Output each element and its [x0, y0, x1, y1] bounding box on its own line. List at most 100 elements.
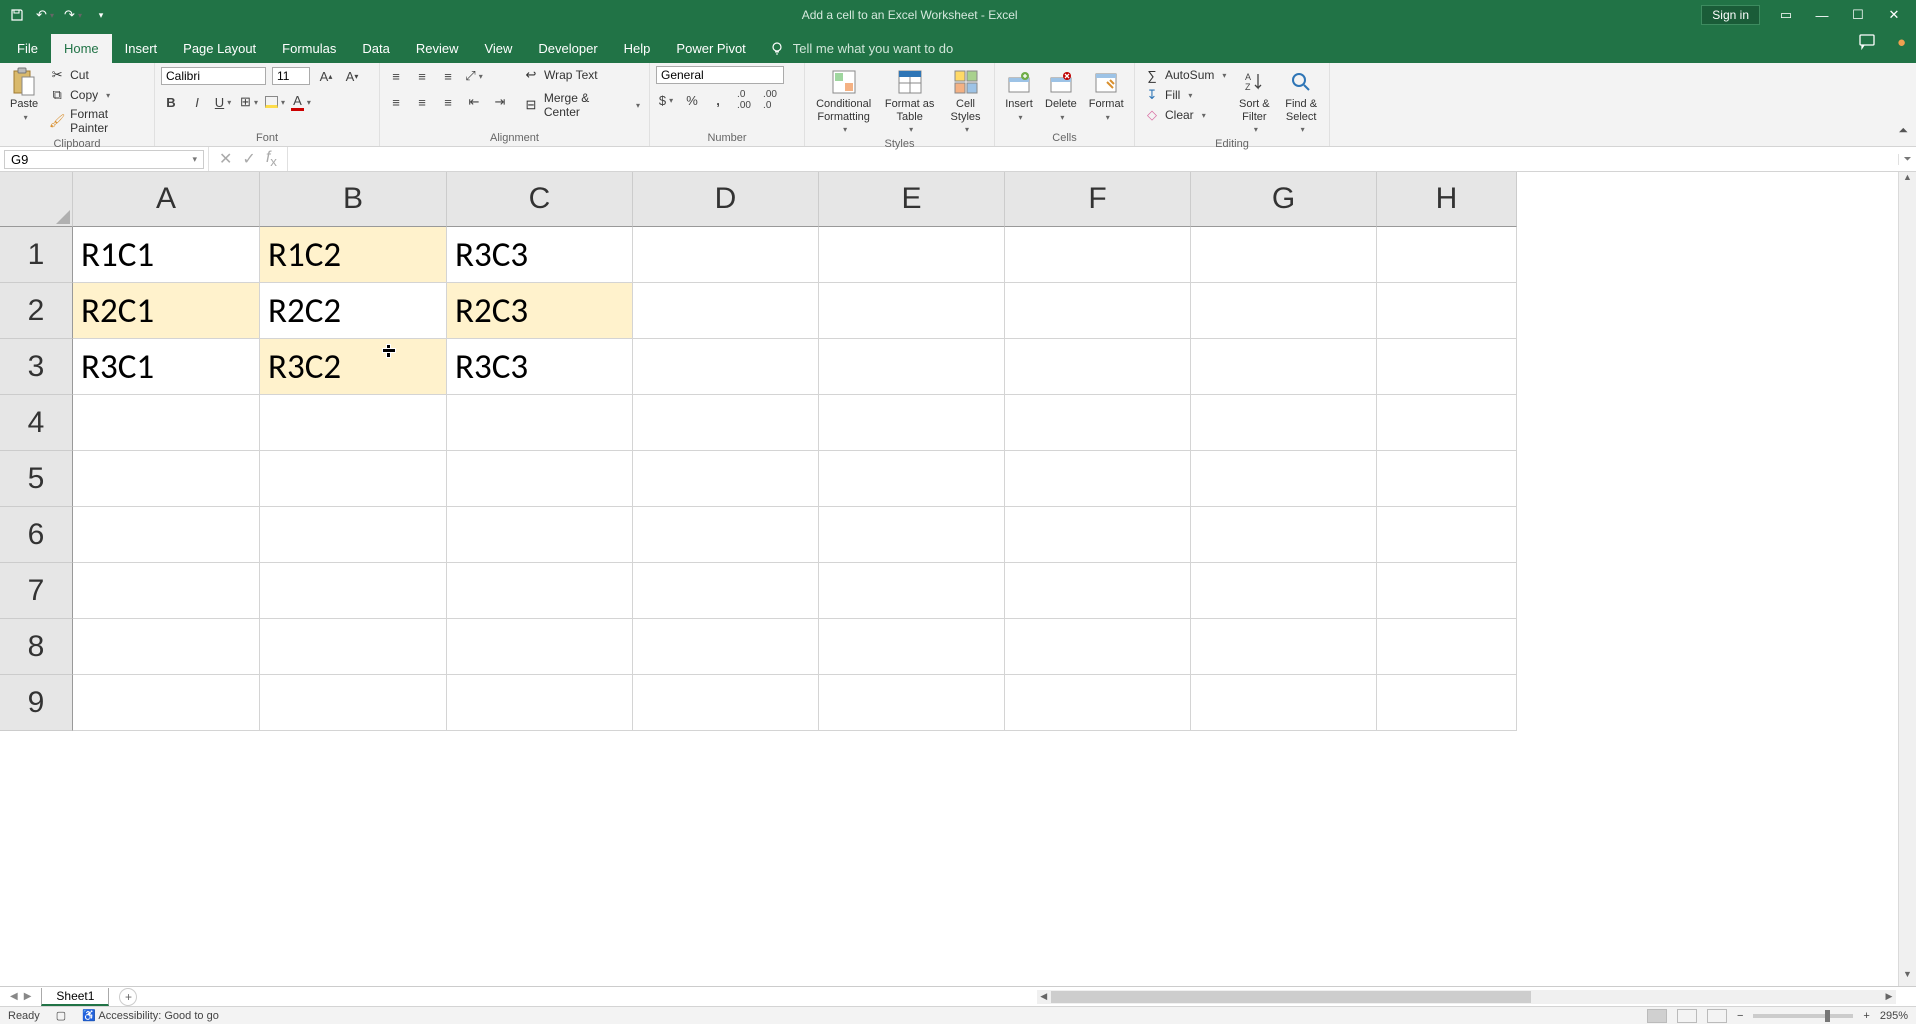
fill-color-button[interactable] [265, 92, 285, 112]
format-cells-button[interactable]: Format [1085, 66, 1128, 124]
accounting-format-icon[interactable]: $ [656, 90, 676, 110]
increase-font-icon[interactable]: A▴ [316, 66, 336, 86]
borders-button[interactable]: ⊞ [239, 92, 259, 112]
underline-button[interactable]: U [213, 92, 233, 112]
zoom-slider[interactable] [1753, 1014, 1853, 1018]
row-header-9[interactable]: 9 [0, 675, 73, 731]
horizontal-scrollbar[interactable]: ◀ ▶ [1037, 990, 1896, 1004]
cell-D6[interactable] [633, 507, 819, 563]
cell-F3[interactable] [1005, 339, 1191, 395]
qat-customize-icon[interactable]: ▾ [92, 6, 110, 24]
clear-button[interactable]: ◇Clear [1141, 106, 1229, 124]
align-top-icon[interactable]: ≡ [386, 66, 406, 86]
row-header-2[interactable]: 2 [0, 283, 73, 339]
cell-C1[interactable]: R3C3 [447, 227, 633, 283]
cell-H6[interactable] [1377, 507, 1517, 563]
cell-C5[interactable] [447, 451, 633, 507]
cell-E9[interactable] [819, 675, 1005, 731]
row-header-3[interactable]: 3 [0, 339, 73, 395]
accessibility-status[interactable]: ♿ Accessibility: Good to go [82, 1009, 219, 1022]
cell-C2[interactable]: R2C3 [447, 283, 633, 339]
cell-H3[interactable] [1377, 339, 1517, 395]
format-painter-button[interactable]: 🖌Format Painter [46, 106, 148, 136]
tab-review[interactable]: Review [403, 34, 472, 63]
tab-view[interactable]: View [471, 34, 525, 63]
maximize-icon[interactable]: ☐ [1848, 7, 1868, 23]
col-header-E[interactable]: E [819, 172, 1005, 227]
cell-E2[interactable] [819, 283, 1005, 339]
cell-A1[interactable]: R1C1 [73, 227, 260, 283]
font-size-select[interactable] [272, 67, 310, 85]
cell-C4[interactable] [447, 395, 633, 451]
align-left-icon[interactable]: ≡ [386, 92, 406, 112]
align-bottom-icon[interactable]: ≡ [438, 66, 458, 86]
cell-F5[interactable] [1005, 451, 1191, 507]
cell-A5[interactable] [73, 451, 260, 507]
tab-developer[interactable]: Developer [525, 34, 610, 63]
cell-B3[interactable]: R3C2 [260, 339, 447, 395]
cell-E3[interactable] [819, 339, 1005, 395]
cell-G9[interactable] [1191, 675, 1377, 731]
cell-A4[interactable] [73, 395, 260, 451]
cell-E7[interactable] [819, 563, 1005, 619]
decrease-font-icon[interactable]: A▾ [342, 66, 362, 86]
cell-H9[interactable] [1377, 675, 1517, 731]
tab-file[interactable]: File [4, 34, 51, 63]
col-header-D[interactable]: D [633, 172, 819, 227]
redo-icon[interactable]: ↷ [64, 6, 82, 24]
autosum-button[interactable]: ∑AutoSum [1141, 66, 1229, 84]
zoom-out-button[interactable]: − [1737, 1010, 1743, 1022]
cell-G1[interactable] [1191, 227, 1377, 283]
cell-D3[interactable] [633, 339, 819, 395]
cell-B4[interactable] [260, 395, 447, 451]
cell-H1[interactable] [1377, 227, 1517, 283]
close-icon[interactable]: ✕ [1884, 7, 1904, 23]
find-select-button[interactable]: Find & Select [1279, 66, 1323, 136]
cell-F6[interactable] [1005, 507, 1191, 563]
cell-G3[interactable] [1191, 339, 1377, 395]
tab-help[interactable]: Help [611, 34, 664, 63]
row-header-4[interactable]: 4 [0, 395, 73, 451]
save-icon[interactable] [8, 6, 26, 24]
conditional-formatting-button[interactable]: Conditional Formatting [811, 66, 876, 136]
orientation-icon[interactable]: ⤢ [464, 66, 484, 86]
cell-C9[interactable] [447, 675, 633, 731]
comments-icon[interactable] [1859, 34, 1877, 51]
scroll-down-icon[interactable]: ▼ [1899, 969, 1916, 986]
cell-B2[interactable]: R2C2 [260, 283, 447, 339]
fill-button[interactable]: ↧Fill [1141, 86, 1229, 104]
cell-B1[interactable]: R1C2 [260, 227, 447, 283]
cell-G4[interactable] [1191, 395, 1377, 451]
col-header-A[interactable]: A [73, 172, 260, 227]
cell-A9[interactable] [73, 675, 260, 731]
comma-format-icon[interactable]: , [708, 90, 728, 110]
cell-A7[interactable] [73, 563, 260, 619]
number-format-select[interactable] [656, 66, 784, 84]
percent-format-icon[interactable]: % [682, 90, 702, 110]
col-header-B[interactable]: B [260, 172, 447, 227]
row-header-1[interactable]: 1 [0, 227, 73, 283]
enter-formula-icon[interactable]: ✓ [242, 149, 255, 169]
expand-formula-bar-icon[interactable]: ⏷ [1898, 154, 1916, 165]
fx-icon[interactable]: fx [266, 149, 277, 169]
cell-G2[interactable] [1191, 283, 1377, 339]
cell-A6[interactable] [73, 507, 260, 563]
cell-B6[interactable] [260, 507, 447, 563]
name-box[interactable]: G9▾ [4, 150, 204, 169]
tab-power-pivot[interactable]: Power Pivot [663, 34, 758, 63]
cell-H7[interactable] [1377, 563, 1517, 619]
col-header-C[interactable]: C [447, 172, 633, 227]
cell-F1[interactable] [1005, 227, 1191, 283]
align-right-icon[interactable]: ≡ [438, 92, 458, 112]
scroll-left-icon[interactable]: ◀ [1037, 991, 1051, 1002]
cell-F9[interactable] [1005, 675, 1191, 731]
row-header-8[interactable]: 8 [0, 619, 73, 675]
font-name-select[interactable] [161, 67, 266, 85]
hscroll-thumb[interactable] [1051, 991, 1531, 1003]
cell-B5[interactable] [260, 451, 447, 507]
cell-D7[interactable] [633, 563, 819, 619]
cell-styles-button[interactable]: Cell Styles [943, 66, 988, 136]
cell-F7[interactable] [1005, 563, 1191, 619]
page-break-view-button[interactable] [1707, 1009, 1727, 1023]
copy-button[interactable]: ⧉Copy [46, 86, 148, 104]
